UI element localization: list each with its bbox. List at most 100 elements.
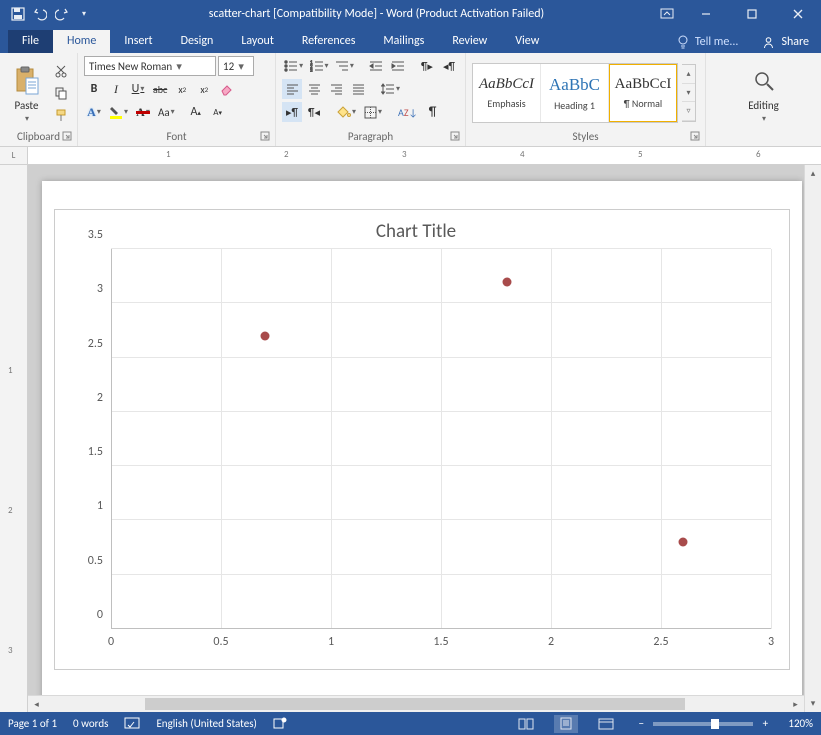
close-button[interactable] [775, 0, 821, 28]
scroll-thumb-h[interactable] [145, 698, 685, 710]
scroll-down-icon[interactable]: ▾ [805, 695, 821, 712]
zoom-in-button[interactable]: + [758, 717, 772, 730]
line-spacing-icon [381, 83, 395, 95]
save-icon[interactable] [10, 6, 26, 22]
tab-mailings[interactable]: Mailings [369, 30, 438, 53]
superscript-button[interactable]: x2 [194, 79, 214, 99]
change-case-button[interactable]: Aa▾ [155, 102, 178, 122]
web-layout-button[interactable] [594, 715, 618, 733]
undo-icon[interactable] [32, 6, 48, 22]
shading-button[interactable]: ▾ [334, 102, 359, 122]
font-size-combo[interactable]: 12▾ [218, 56, 254, 76]
x-tick-label: 1.5 [433, 629, 448, 649]
cut-button[interactable] [51, 61, 71, 81]
copy-button[interactable] [51, 83, 71, 103]
ltr-paragraph-button[interactable]: ▸¶ [282, 102, 302, 122]
spellcheck-button[interactable] [124, 717, 140, 730]
italic-button[interactable]: I [106, 79, 126, 99]
bold-button[interactable]: B [84, 79, 104, 99]
font-name-combo[interactable]: Times New Roman▾ [84, 56, 216, 76]
font-dialog-launcher-icon[interactable] [260, 131, 272, 143]
editing-button[interactable]: Editing ▾ [743, 63, 785, 124]
maximize-button[interactable] [729, 0, 775, 28]
paragraph-dialog-launcher-icon[interactable] [450, 131, 462, 143]
status-words[interactable]: 0 words [73, 717, 108, 730]
borders-button[interactable]: ▾ [361, 102, 385, 122]
clear-formatting-button[interactable] [216, 79, 237, 99]
style-emphasis[interactable]: AaBbCcI Emphasis [473, 64, 541, 122]
tab-file[interactable]: File [8, 30, 53, 53]
styles-scroll[interactable]: ▴▾▿ [682, 64, 696, 122]
chart-object[interactable]: Chart Title 00.511.522.5300.511.522.533.… [54, 209, 790, 670]
grow-font-button[interactable]: A▴ [186, 102, 206, 122]
scroll-up-icon[interactable]: ▴ [805, 165, 821, 182]
justify-button[interactable] [348, 79, 368, 99]
font-color-button[interactable]: A▾ [133, 102, 153, 122]
zoom-thumb[interactable] [711, 719, 719, 729]
group-label-font: Font [166, 130, 186, 143]
highlight-button[interactable]: ▾ [106, 102, 131, 122]
macro-record-button[interactable] [273, 717, 287, 730]
tab-view[interactable]: View [501, 30, 553, 53]
align-center-button[interactable] [304, 79, 324, 99]
share-button[interactable]: Share [750, 31, 821, 53]
bullets-button[interactable]: ▾ [282, 56, 305, 76]
ribbon-tabs: File Home Insert Design Layout Reference… [0, 28, 821, 53]
decrease-indent-button[interactable] [366, 56, 386, 76]
zoom-level[interactable]: 120% [788, 717, 813, 730]
align-right-button[interactable] [326, 79, 346, 99]
page[interactable]: Chart Title 00.511.522.5300.511.522.533.… [42, 181, 802, 700]
style-normal[interactable]: AaBbCcI ¶ Normal [609, 64, 677, 122]
status-language[interactable]: English (United States) [156, 717, 256, 730]
document-scroll[interactable]: Chart Title 00.511.522.5300.511.522.533.… [28, 165, 804, 712]
rtl-paragraph-button[interactable]: ¶◂ [304, 102, 324, 122]
tab-home[interactable]: Home [53, 30, 110, 53]
scroll-right-icon[interactable]: ▸ [787, 696, 804, 712]
ruler-mark: 3 [8, 645, 13, 656]
zoom-slider[interactable] [653, 722, 753, 726]
strikethrough-button[interactable]: abc [150, 79, 170, 99]
ribbon: Paste ▾ Clipboard Times New Roman▾ 12▾ B… [0, 53, 821, 147]
style-heading1[interactable]: AaBbC Heading 1 [541, 64, 609, 122]
sort-button[interactable]: AZ↓ [395, 102, 421, 122]
shrink-font-button[interactable]: A▾ [208, 102, 228, 122]
print-layout-button[interactable] [554, 715, 578, 733]
tab-design[interactable]: Design [167, 30, 228, 53]
read-mode-button[interactable] [514, 715, 538, 733]
ltr-direction-button[interactable]: ¶▸ [417, 56, 437, 76]
group-clipboard: Paste ▾ Clipboard [0, 53, 78, 146]
ruler-vertical[interactable]: 123 [0, 165, 28, 712]
scroll-left-icon[interactable]: ◂ [28, 696, 45, 712]
clipboard-dialog-launcher-icon[interactable] [62, 131, 74, 143]
line-spacing-button[interactable]: ▾ [378, 79, 403, 99]
scrollbar-vertical[interactable]: ▴ ▾ [804, 165, 821, 712]
styles-gallery[interactable]: AaBbCcI Emphasis AaBbC Heading 1 AaBbCcI… [472, 63, 678, 123]
text-effects-button[interactable]: A▾ [84, 102, 104, 122]
scrollbar-horizontal[interactable]: ◂ ▸ [28, 695, 804, 712]
increase-indent-button[interactable] [388, 56, 408, 76]
minimize-button[interactable] [683, 0, 729, 28]
format-painter-button[interactable] [51, 105, 71, 125]
tab-insert[interactable]: Insert [110, 30, 166, 53]
show-hide-button[interactable]: ¶ [423, 102, 443, 122]
shading-icon [337, 106, 351, 119]
ruler-horizontal[interactable]: L 123456 [0, 147, 821, 165]
align-left-button[interactable] [282, 79, 302, 99]
tab-layout[interactable]: Layout [227, 30, 288, 53]
ribbon-display-options-icon[interactable] [651, 0, 683, 28]
multilevel-list-button[interactable]: ▾ [333, 56, 356, 76]
qat-customize-icon[interactable]: ▾ [76, 6, 92, 22]
tab-review[interactable]: Review [438, 30, 501, 53]
status-page[interactable]: Page 1 of 1 [8, 717, 57, 730]
underline-button[interactable]: U▾ [128, 79, 148, 99]
paste-button[interactable]: Paste ▾ [6, 63, 47, 124]
macro-icon [273, 717, 287, 730]
subscript-button[interactable]: x2 [172, 79, 192, 99]
tell-me-search[interactable]: Tell me... [665, 31, 751, 53]
zoom-out-button[interactable]: − [634, 717, 648, 730]
styles-dialog-launcher-icon[interactable] [690, 131, 702, 143]
tab-references[interactable]: References [288, 30, 370, 53]
redo-icon[interactable] [54, 6, 70, 22]
rtl-direction-button[interactable]: ◂¶ [439, 56, 459, 76]
numbering-button[interactable]: 123▾ [307, 56, 330, 76]
